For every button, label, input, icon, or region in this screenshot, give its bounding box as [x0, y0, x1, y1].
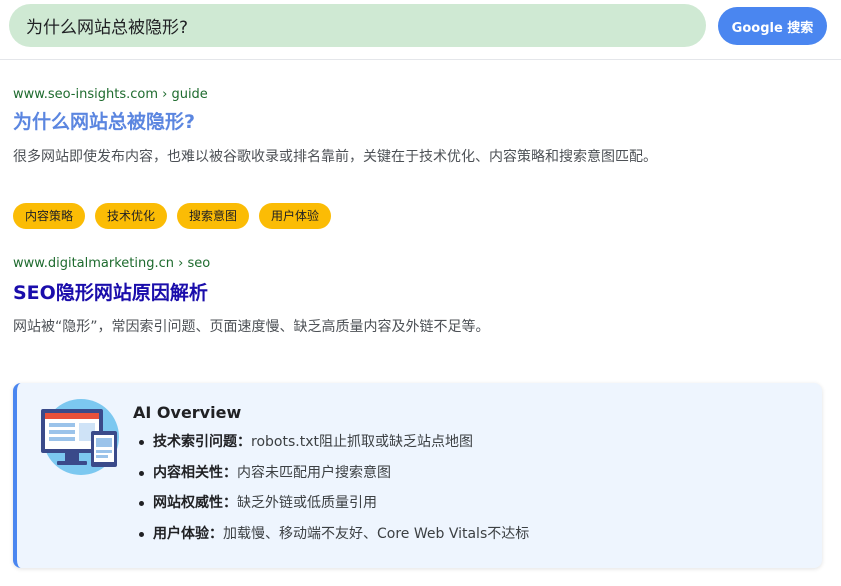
tag-technical-optimization[interactable]: 技术优化 — [95, 203, 168, 229]
ai-overview-card: AI Overview 技术索引问题：robots.txt阻止抓取或缺乏站点地图… — [13, 383, 822, 568]
tag-user-experience[interactable]: 用户体验 — [259, 203, 332, 229]
ai-item-key: 内容相关性： — [153, 464, 237, 481]
ai-item-key: 技术索引问题： — [153, 434, 251, 450]
ai-item-value: robots.txt阻止抓取或缺乏站点地图 — [251, 434, 473, 450]
ai-overview-title: AI Overview — [133, 403, 242, 422]
ai-overview-item: 内容相关性：内容未匹配用户搜索意图 — [133, 462, 529, 493]
google-search-button[interactable]: Google 搜索 — [718, 7, 827, 45]
ai-item-value: 内容未匹配用户搜索意图 — [237, 464, 391, 481]
result-url[interactable]: www.digitalmarketing.cn › seo — [13, 255, 490, 272]
search-box[interactable] — [9, 4, 706, 47]
ai-overview-item: 网站权威性：缺乏外链或低质量引用 — [133, 492, 529, 523]
search-result-2: www.digitalmarketing.cn › seo SEO隐形网站原因解… — [13, 255, 490, 337]
result-title-link[interactable]: 为什么网站总被隐形? — [13, 109, 657, 135]
result-url[interactable]: www.seo-insights.com › guide — [13, 86, 657, 103]
ai-item-value: 加载慢、移动端不友好、Core Web Vitals不达标 — [223, 525, 530, 542]
search-input[interactable] — [26, 15, 686, 36]
result-snippet: 网站被“隐形”，常因索引问题、页面速度慢、缺乏高质量内容及外链不足等。 — [13, 319, 490, 335]
search-header: Google 搜索 — [0, 0, 841, 60]
search-result-1: www.seo-insights.com › guide 为什么网站总被隐形? … — [13, 86, 657, 167]
ai-overview-item: 技术索引问题：robots.txt阻止抓取或缺乏站点地图 — [133, 431, 529, 462]
tag-search-intent[interactable]: 搜索意图 — [177, 203, 250, 229]
computer-screens-illustration-icon — [41, 399, 119, 475]
ai-item-key: 用户体验： — [153, 525, 223, 542]
tag-content-strategy[interactable]: 内容策略 — [13, 203, 86, 229]
ai-item-key: 网站权威性： — [153, 495, 237, 511]
ai-item-value: 缺乏外链或低质量引用 — [237, 495, 377, 511]
result-tags: 内容策略 技术优化 搜索意图 用户体验 — [13, 203, 332, 229]
result-snippet: 很多网站即使发布内容，也难以被谷歌收录或排名靠前，关键在于技术优化、内容策略和搜… — [13, 149, 657, 165]
ai-overview-list: 技术索引问题：robots.txt阻止抓取或缺乏站点地图 内容相关性：内容未匹配… — [133, 431, 529, 553]
result-title-link[interactable]: SEO隐形网站原因解析 — [13, 280, 490, 306]
ai-overview-item: 用户体验：加载慢、移动端不友好、Core Web Vitals不达标 — [133, 523, 529, 554]
